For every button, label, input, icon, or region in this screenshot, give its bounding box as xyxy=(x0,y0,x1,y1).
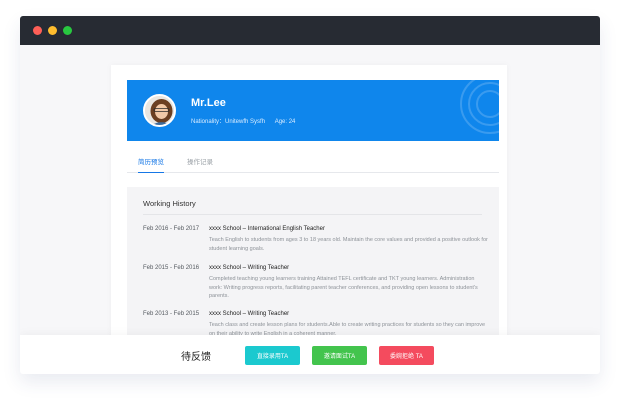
entry-role: xxxx School – International English Teac… xyxy=(209,226,325,232)
resume-card: Mr.Lee Nationality：Unitewfh Sysfh Age: 2… xyxy=(111,65,507,365)
candidate-nationality: Nationality：Unitewfh Sysfh xyxy=(191,119,266,125)
entry-role: xxxx School – Writing Teacher xyxy=(209,311,290,317)
entry-description: Completed teaching young learners traini… xyxy=(209,276,478,299)
section-title: Working History xyxy=(143,199,196,208)
tab-resume-preview[interactable]: 简历预览 xyxy=(138,156,164,173)
tab-operation-log[interactable]: 操作记录 xyxy=(187,156,213,172)
minimize-window-icon[interactable] xyxy=(48,26,57,35)
section-divider xyxy=(143,214,482,215)
candidate-age: Age: 24 xyxy=(274,119,296,125)
entry-description: Teach English to students from ages 3 to… xyxy=(209,237,488,252)
feedback-status: 待反馈 xyxy=(181,352,211,363)
avatar xyxy=(143,94,176,127)
entry-period: Feb 2016 - Feb 2017 xyxy=(143,226,200,232)
profile-banner: Mr.Lee Nationality：Unitewfh Sysfh Age: 2… xyxy=(127,80,499,141)
browser-window: Mr.Lee Nationality：Unitewfh Sysfh Age: 2… xyxy=(20,16,600,374)
hire-button[interactable]: 直接录用TA xyxy=(245,346,300,365)
action-footer: 待反馈 直接录用TA 邀请面试TA 委婉拒绝 TA xyxy=(20,335,600,374)
entry-period: Feb 2013 - Feb 2015 xyxy=(143,311,200,317)
reject-button[interactable]: 委婉拒绝 TA xyxy=(379,346,434,365)
candidate-meta: Nationality：Unitewfh Sysfh Age: 24 xyxy=(191,116,295,125)
entry-role: xxxx School – Writing Teacher xyxy=(209,265,290,271)
entry-period: Feb 2015 - Feb 2016 xyxy=(143,265,200,271)
banner-decoration-icon xyxy=(476,90,499,118)
window-titlebar xyxy=(20,16,600,45)
tab-bar: 简历预览 操作记录 xyxy=(127,155,499,173)
invite-interview-button[interactable]: 邀请面试TA xyxy=(312,346,367,365)
candidate-name: Mr.Lee xyxy=(191,97,226,109)
maximize-window-icon[interactable] xyxy=(63,26,72,35)
close-window-icon[interactable] xyxy=(33,26,42,35)
avatar-portrait-icon xyxy=(145,96,174,125)
